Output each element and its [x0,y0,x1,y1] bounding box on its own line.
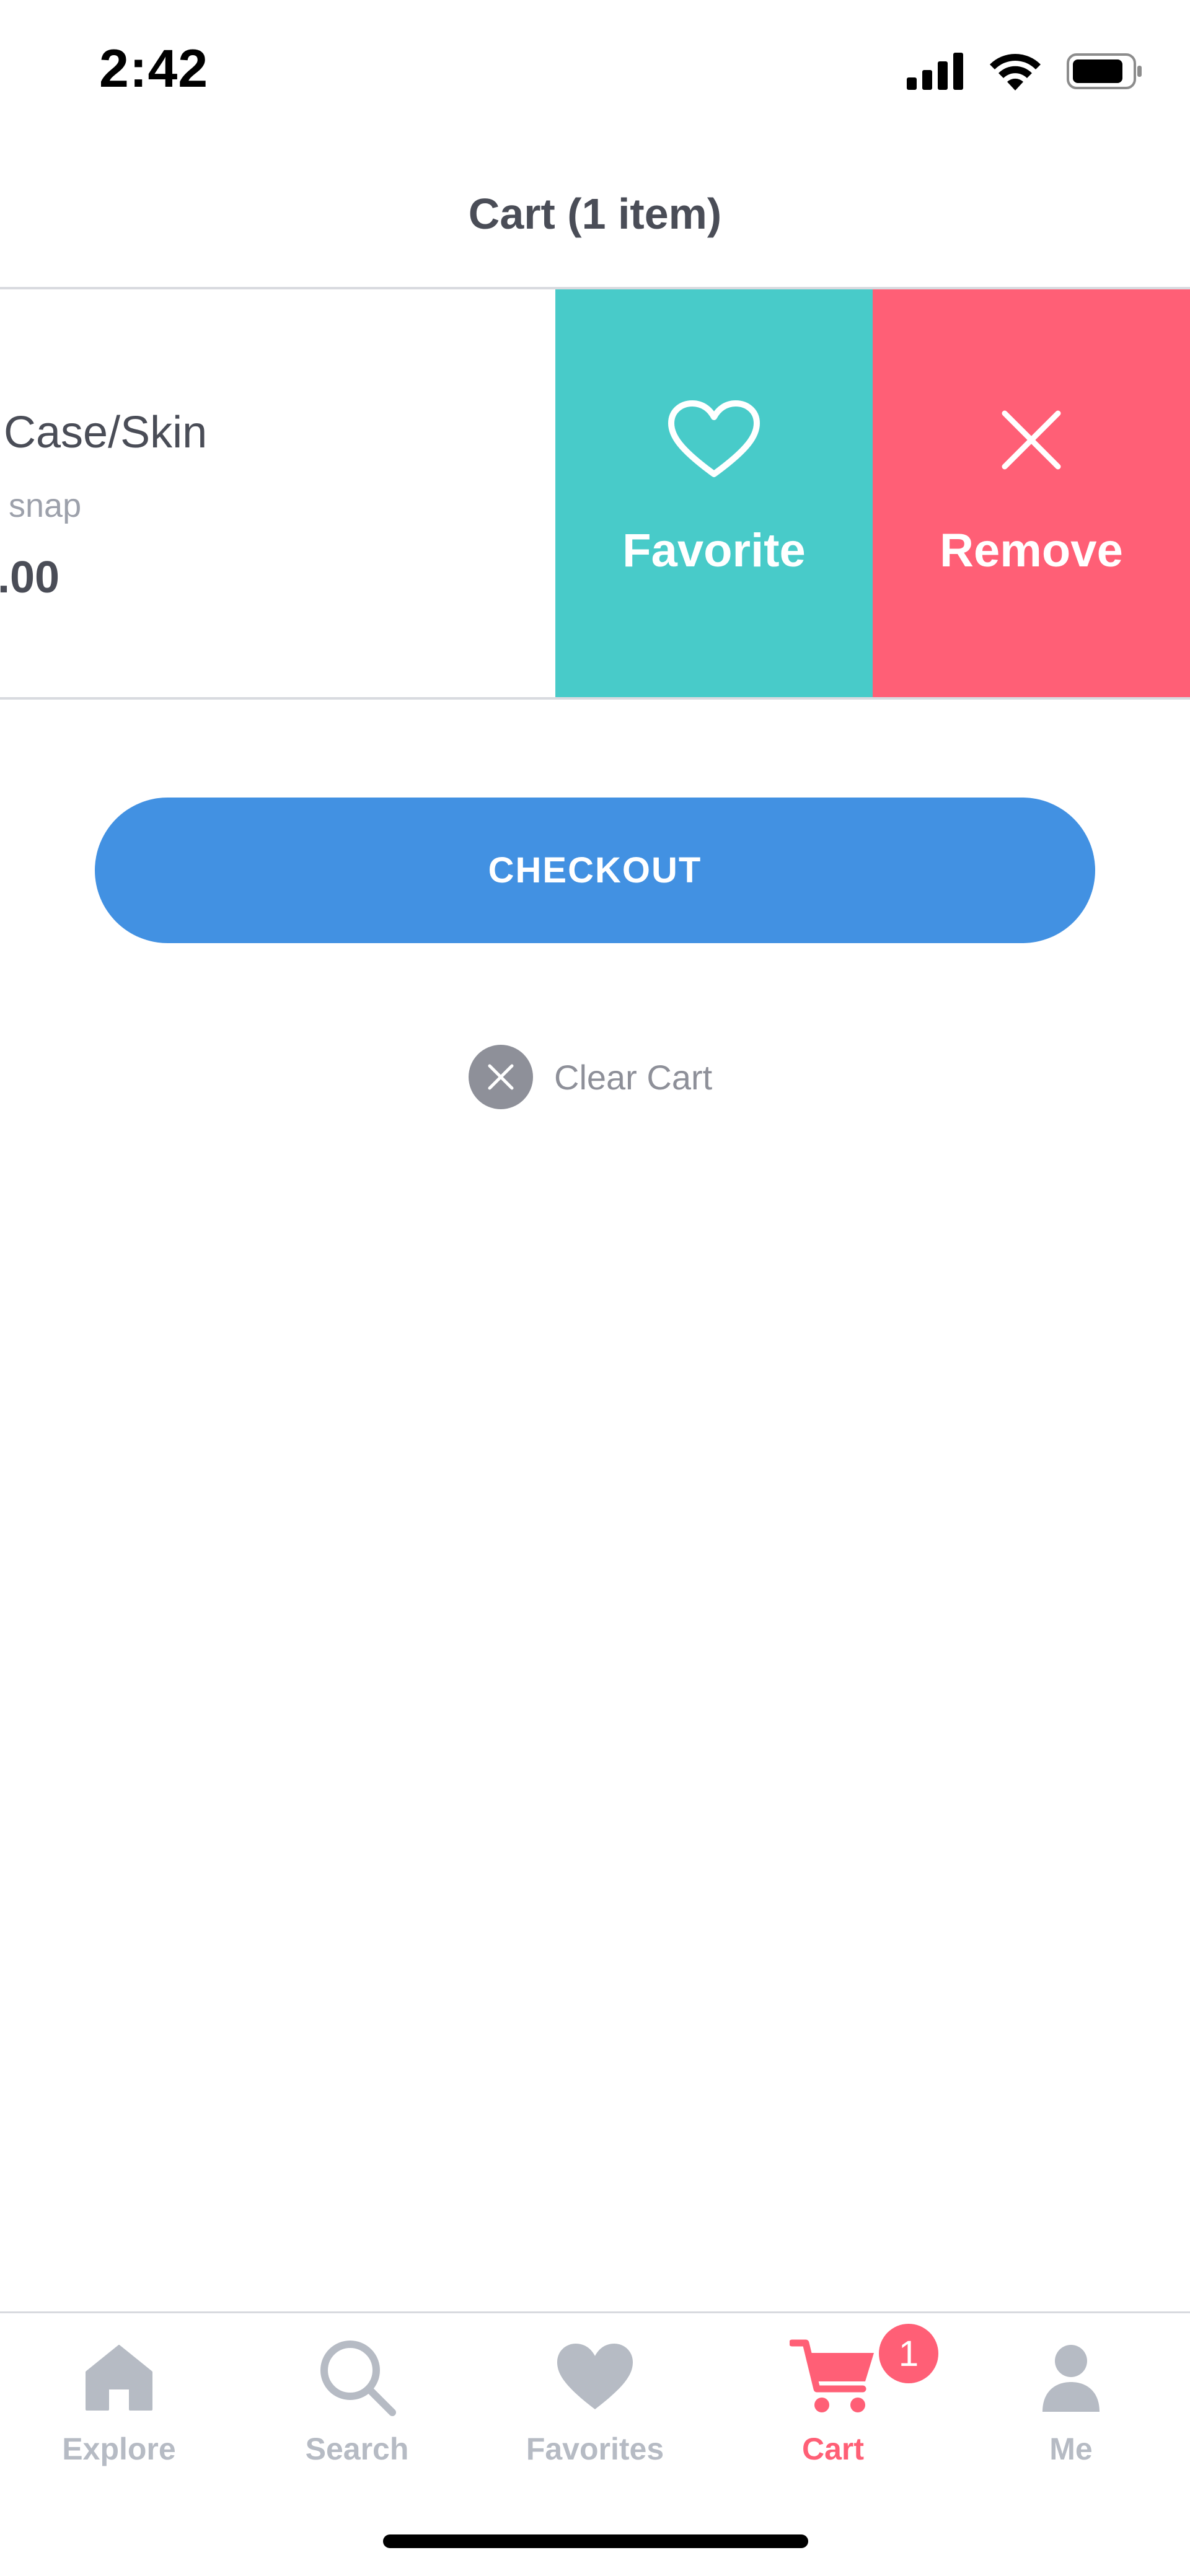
user-icon [952,2331,1190,2424]
cart-count-badge: 1 [879,2324,938,2383]
heart-icon [476,2331,714,2424]
favorite-action-button[interactable]: Favorite [555,289,873,697]
header: Cart (1 item) [0,143,1190,289]
page-title: Cart (1 item) [468,190,722,238]
wifi-icon [990,54,1041,90]
item-price: .00 [0,553,60,602]
tab-label: Cart [801,2432,865,2466]
item-variant: snap [9,487,82,524]
status-time: 2:42 [99,39,209,99]
favorite-label: Favorite [622,524,806,577]
tab-label: Me [1049,2432,1093,2466]
remove-label: Remove [940,524,1123,577]
tab-me[interactable]: Me [952,2331,1190,2479]
item-name: Case/Skin [4,408,208,457]
clear-cart-button[interactable]: Clear Cart [469,1045,712,1109]
status-bar: 2:42 [0,0,1190,143]
checkout-button[interactable]: CHECKOUT [95,798,1095,943]
remove-action-button[interactable]: Remove [873,289,1190,697]
tab-explore[interactable]: Explore [0,2331,238,2479]
status-icons [907,50,1144,93]
clear-icon [469,1045,533,1109]
battery-icon [1067,53,1142,89]
clear-cart-label: Clear Cart [554,1057,713,1097]
tab-label: Explore [62,2432,176,2466]
heart-icon [555,400,873,480]
home-icon [0,2331,238,2424]
home-indicator[interactable] [383,2534,808,2548]
search-icon [238,2331,476,2424]
tab-favorites[interactable]: Favorites [476,2331,714,2479]
close-icon [873,400,1190,480]
cellular-signal-icon [907,53,963,90]
tab-search[interactable]: Search [238,2331,476,2479]
tab-label: Favorites [526,2432,664,2466]
cart-item-row[interactable]: Case/Skin snap .00 Favorite Remove [0,289,1190,700]
cart-item-card[interactable]: Case/Skin snap .00 [0,289,555,697]
tab-label: Search [305,2432,409,2466]
